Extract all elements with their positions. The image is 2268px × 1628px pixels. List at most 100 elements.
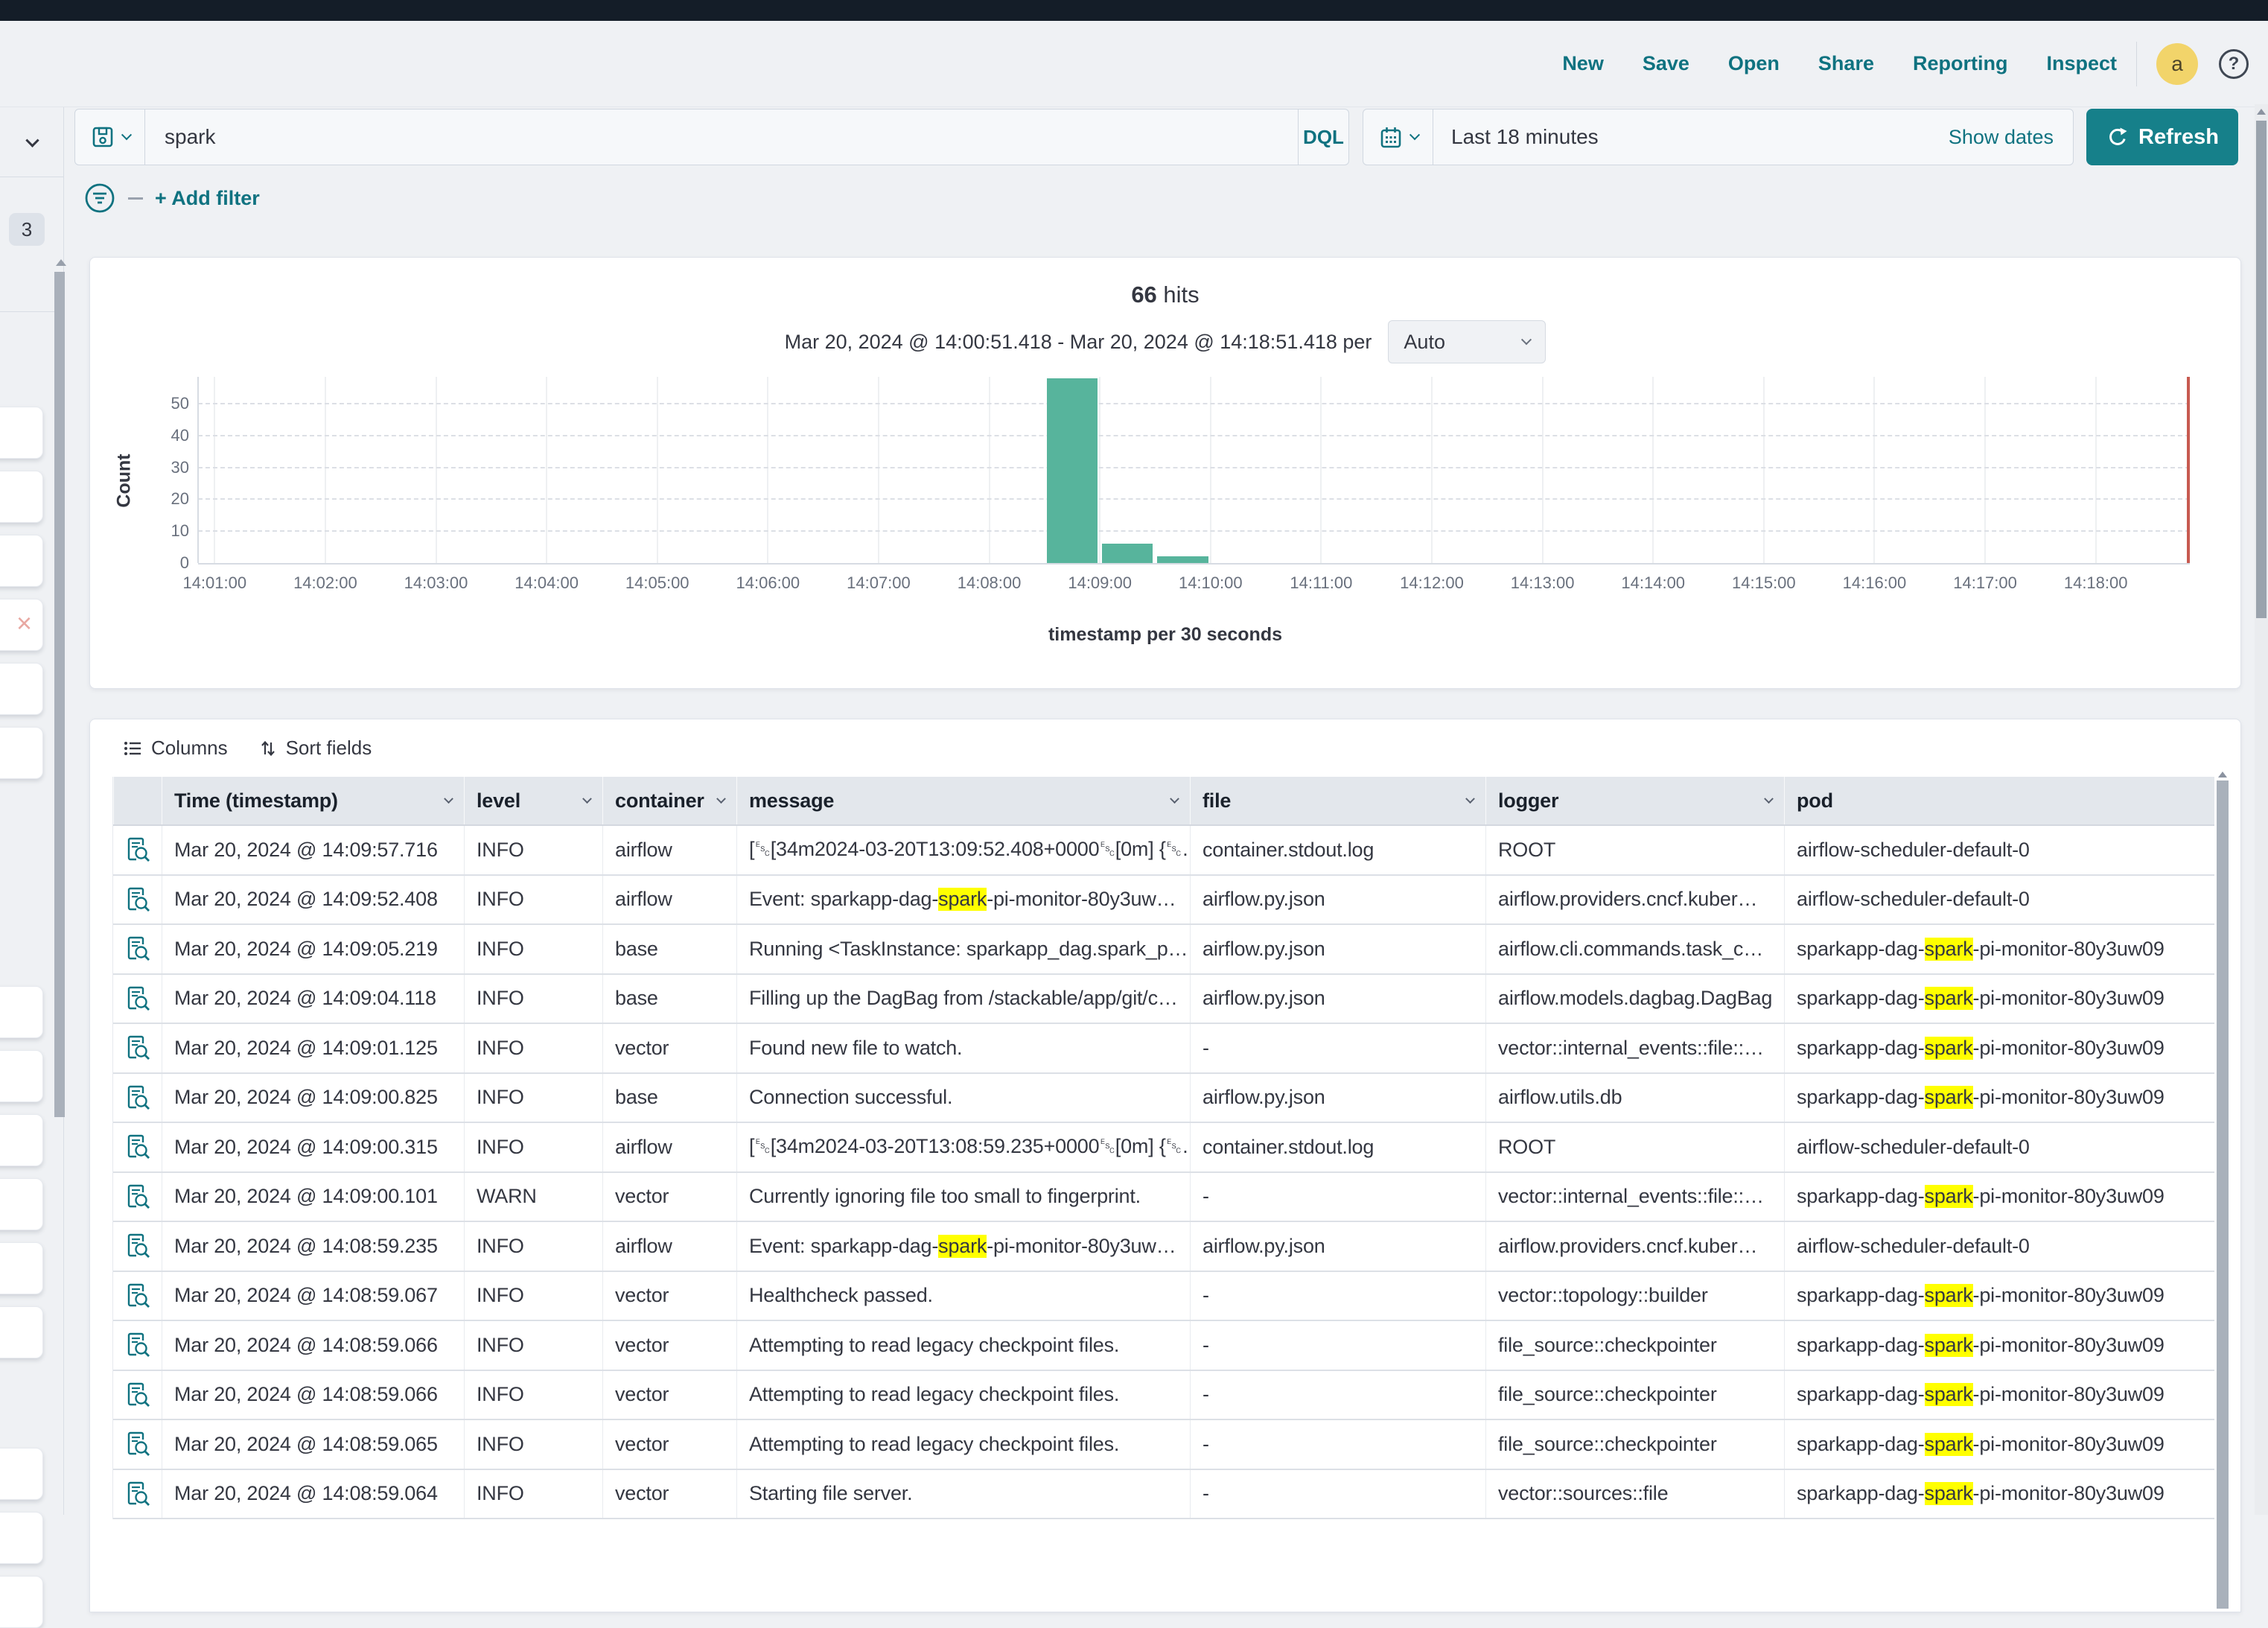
cell-pod: sparkapp-dag-spark-pi-monitor-80y3uw09 xyxy=(1784,975,2215,1023)
sort-fields-button[interactable]: Sort fields xyxy=(259,737,372,760)
page-scroll-up-icon[interactable] xyxy=(2257,109,2266,115)
saved-query-menu-button[interactable] xyxy=(75,109,145,165)
grid-line xyxy=(546,377,547,563)
cell-logger: vector::sources::file xyxy=(1485,1470,1784,1519)
expand-document-button[interactable] xyxy=(113,876,162,924)
save-icon xyxy=(90,124,115,150)
field-card[interactable] xyxy=(0,471,43,523)
interval-select[interactable]: Auto xyxy=(1388,320,1546,363)
histogram-bar[interactable] xyxy=(1102,544,1153,563)
column-header-logger[interactable]: logger xyxy=(1485,777,1784,824)
grid-line xyxy=(198,530,2190,532)
search-input[interactable]: spark xyxy=(145,109,1298,165)
index-pattern-selector[interactable] xyxy=(0,109,64,177)
nav-share[interactable]: Share xyxy=(1818,52,1874,75)
show-dates-button[interactable]: Show dates xyxy=(1949,109,2073,165)
column-header-message[interactable]: message xyxy=(736,777,1190,824)
histogram-bar[interactable] xyxy=(1157,556,1208,563)
field-card[interactable] xyxy=(0,1306,43,1358)
columns-button[interactable]: Columns xyxy=(123,737,228,760)
query-language-button[interactable]: DQL xyxy=(1298,109,1348,165)
nav-new[interactable]: New xyxy=(1562,52,1604,75)
field-card[interactable] xyxy=(0,1178,43,1230)
expand-document-button[interactable] xyxy=(113,1074,162,1122)
remove-field-icon[interactable]: × xyxy=(16,610,32,637)
field-card[interactable]: × xyxy=(0,599,43,651)
expand-document-button[interactable] xyxy=(113,1371,162,1419)
field-card[interactable] xyxy=(0,1050,43,1102)
field-card[interactable] xyxy=(0,663,43,715)
nav-inspect[interactable]: Inspect xyxy=(2046,52,2117,75)
expand-document-button[interactable] xyxy=(113,1222,162,1271)
nav-save[interactable]: Save xyxy=(1643,52,1689,75)
field-card[interactable] xyxy=(0,1114,43,1166)
page-scrollbar-thumb[interactable] xyxy=(2256,121,2267,618)
y-tick-label: 30 xyxy=(144,458,189,477)
grid-line xyxy=(989,377,990,563)
field-card[interactable] xyxy=(0,727,43,779)
x-tick-label: 14:03:00 xyxy=(384,573,488,593)
selected-fields-count-badge: 3 xyxy=(9,213,45,246)
cell-container: airflow xyxy=(602,1222,736,1271)
expand-document-button[interactable] xyxy=(113,975,162,1023)
nav-reporting[interactable]: Reporting xyxy=(1913,52,2008,75)
x-axis-label: timestamp per 30 seconds xyxy=(90,624,2240,646)
cell-container: vector xyxy=(602,1272,736,1320)
expand-document-button[interactable] xyxy=(113,925,162,973)
nav-open[interactable]: Open xyxy=(1728,52,1780,75)
field-card[interactable] xyxy=(0,407,43,459)
chevron-down-icon xyxy=(1170,794,1179,804)
cell-file: airflow.py.json xyxy=(1190,975,1485,1023)
date-quick-select-button[interactable] xyxy=(1363,109,1433,165)
field-card[interactable] xyxy=(0,1242,43,1294)
refresh-icon xyxy=(2106,126,2128,148)
histogram-bar[interactable] xyxy=(1047,378,1098,563)
field-card[interactable] xyxy=(0,535,43,587)
sidebar-scroll-up-icon[interactable] xyxy=(56,259,66,266)
cell-message: Healthcheck passed. xyxy=(736,1272,1190,1320)
expand-document-button[interactable] xyxy=(113,1173,162,1221)
column-header-file[interactable]: file xyxy=(1190,777,1485,824)
field-card[interactable] xyxy=(0,1576,43,1628)
table-row: Mar 20, 2024 @ 14:08:59.065INFOvectorAtt… xyxy=(113,1420,2214,1470)
y-tick-label: 50 xyxy=(144,394,189,413)
expand-document-button[interactable] xyxy=(113,1470,162,1519)
table-scrollbar[interactable] xyxy=(2217,780,2229,1609)
column-header-container[interactable]: container xyxy=(602,777,736,824)
cell-pod: sparkapp-dag-spark-pi-monitor-80y3uw09 xyxy=(1784,1420,2215,1469)
cell-message: [␛[34m2024-03-20T13:08:59.235+0000␛[0m] … xyxy=(736,1123,1190,1171)
filter-icon[interactable] xyxy=(83,182,116,214)
cell-pod: sparkapp-dag-spark-pi-monitor-80y3uw09 xyxy=(1784,1272,2215,1320)
inspect-document-icon xyxy=(124,836,152,864)
cell-level: INFO xyxy=(464,1272,602,1320)
cell-time: Mar 20, 2024 @ 14:09:01.125 xyxy=(162,1024,464,1072)
expand-document-button[interactable] xyxy=(113,1123,162,1171)
column-header-level[interactable]: level xyxy=(464,777,602,824)
time-range-value[interactable]: Last 18 minutes xyxy=(1433,109,1949,165)
grid-line xyxy=(198,403,2190,404)
x-axis-line xyxy=(198,563,2190,565)
expand-document-button[interactable] xyxy=(113,1321,162,1370)
column-header-time-timestamp-[interactable]: Time (timestamp) xyxy=(162,777,464,824)
expand-document-button[interactable] xyxy=(113,1272,162,1320)
header-divider xyxy=(2136,42,2137,86)
help-icon[interactable]: ? xyxy=(2219,49,2249,79)
cell-message: Attempting to read legacy checkpoint fil… xyxy=(736,1371,1190,1419)
x-tick-label: 14:09:00 xyxy=(1048,573,1152,593)
refresh-button[interactable]: Refresh xyxy=(2086,109,2238,165)
cell-pod: sparkapp-dag-spark-pi-monitor-80y3uw09 xyxy=(1784,925,2215,973)
expand-document-button[interactable] xyxy=(113,826,162,874)
cell-time: Mar 20, 2024 @ 14:08:59.064 xyxy=(162,1470,464,1519)
expand-document-button[interactable] xyxy=(113,1420,162,1469)
add-filter-button[interactable]: + Add filter xyxy=(155,187,260,210)
avatar[interactable]: a xyxy=(2156,43,2198,85)
cell-logger: airflow.cli.commands.task_c… xyxy=(1485,925,1784,973)
sidebar-scrollbar[interactable] xyxy=(54,272,65,1117)
chevron-down-icon xyxy=(1764,794,1774,804)
field-card[interactable] xyxy=(0,1512,43,1564)
table-scroll-up-icon[interactable] xyxy=(2218,772,2227,778)
column-header-pod[interactable]: pod xyxy=(1784,777,2215,824)
field-card[interactable] xyxy=(0,986,43,1038)
expand-document-button[interactable] xyxy=(113,1024,162,1072)
field-card[interactable] xyxy=(0,1448,43,1500)
